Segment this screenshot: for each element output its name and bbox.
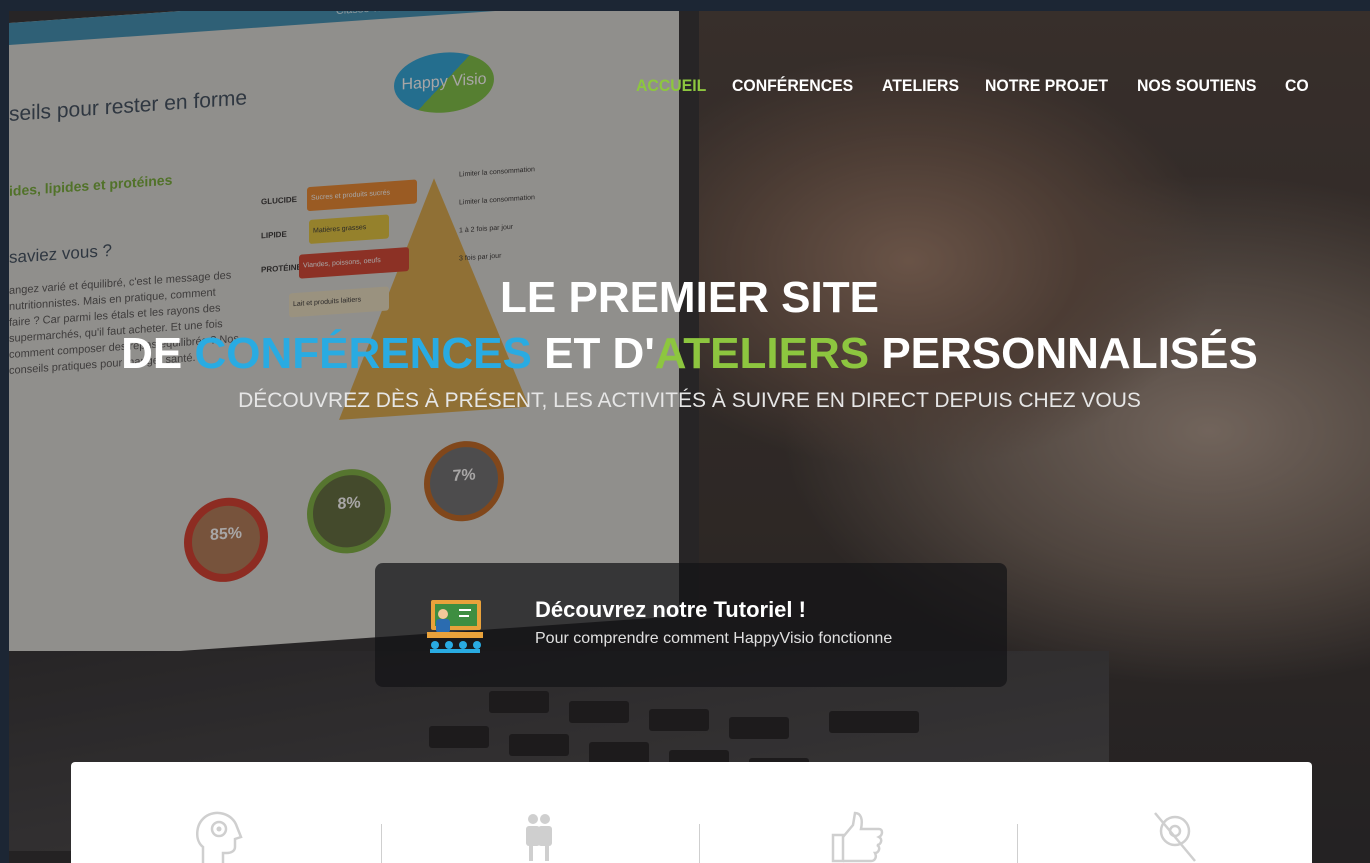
people-icon <box>526 814 552 861</box>
hero-title-line-2: DE CONFÉRENCES ET D'ATELIERS PERSONNALIS… <box>9 329 1370 379</box>
feature-divider <box>699 824 700 863</box>
hero-title-text: PERSONNALISÉS <box>869 329 1258 378</box>
main-nav: ACCUEIL CONFÉRENCES ATELIERS NOTRE PROJE… <box>636 76 1311 96</box>
hero-title-ateliers: ATELIERS <box>654 329 870 378</box>
feature-divider <box>381 824 382 863</box>
hero-title-text: ET D' <box>531 329 655 378</box>
nav-item-nos-soutiens[interactable]: NOS SOUTIENS <box>1137 76 1256 96</box>
hero-title-conferences: CONFÉRENCES <box>194 329 532 378</box>
tutorial-text: Pour comprendre comment HappyVisio fonct… <box>535 630 893 647</box>
nav-item-accueil[interactable]: ACCUEIL <box>636 76 706 96</box>
top-bar <box>0 0 1370 11</box>
hero-dark-overlay <box>9 11 1370 863</box>
nav-item-notre-projet[interactable]: NOTRE PROJET <box>985 76 1108 96</box>
hero-title-line-1: LE PREMIER SITE <box>500 273 879 322</box>
teacher-board-icon <box>427 600 483 653</box>
nav-item-conferences[interactable]: CONFÉRENCES <box>732 76 853 96</box>
hero-subtitle: DÉCOUVREZ DÈS À PRÉSENT, LES ACTIVITÉS À… <box>238 389 1141 412</box>
thumbs-up-icon <box>831 811 884 863</box>
hero-title-text: DE <box>121 329 195 378</box>
feature-divider <box>1017 824 1018 863</box>
nav-item-ateliers[interactable]: ATELIERS <box>882 76 959 96</box>
gear-head-icon <box>196 811 243 863</box>
features-panel <box>71 762 1312 863</box>
left-edge <box>0 11 9 863</box>
tutorial-title: Découvrez notre Tutoriel ! <box>535 597 806 622</box>
tutorial-card[interactable]: Découvrez notre Tutoriel ! Pour comprend… <box>375 563 1007 687</box>
hero-section: Classe virtuelle permanente Happy Visio … <box>9 11 1370 863</box>
nav-item-contact[interactable]: CO <box>1285 76 1309 96</box>
no-location-icon <box>1154 812 1196 862</box>
